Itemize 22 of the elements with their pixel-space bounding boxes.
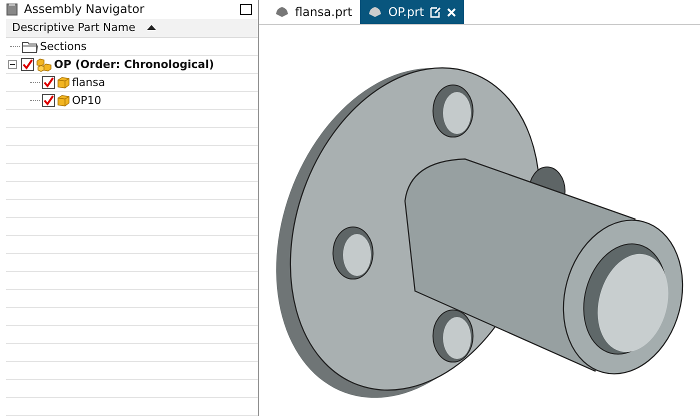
tree-item[interactable]: OP10 [72,94,102,107]
cube-icon [57,76,70,89]
maximize-button[interactable] [240,4,252,15]
cubes-icon [36,57,52,72]
tree-item[interactable]: Sections [40,40,87,53]
file-tab[interactable]: OP.prt [360,0,464,24]
checkbox[interactable] [21,58,34,71]
tree-item[interactable]: flansa [72,76,106,89]
file-tab[interactable]: flansa.prt [267,0,360,24]
assembly-icon [6,2,18,16]
checkbox[interactable] [42,76,55,89]
document-edit-icon[interactable] [430,6,442,18]
cube-icon [57,94,70,107]
close-icon[interactable] [447,8,456,16]
collapse-toggle[interactable] [8,60,17,69]
panel-title: Assembly Navigator [24,2,146,16]
tree-item[interactable]: OP (Order: Chronological) [54,58,214,71]
column-header[interactable]: Descriptive Part Name [6,18,258,38]
part-icon [275,6,289,18]
folder-icon [22,40,38,53]
part-icon [368,6,382,18]
checkbox[interactable] [42,94,55,107]
